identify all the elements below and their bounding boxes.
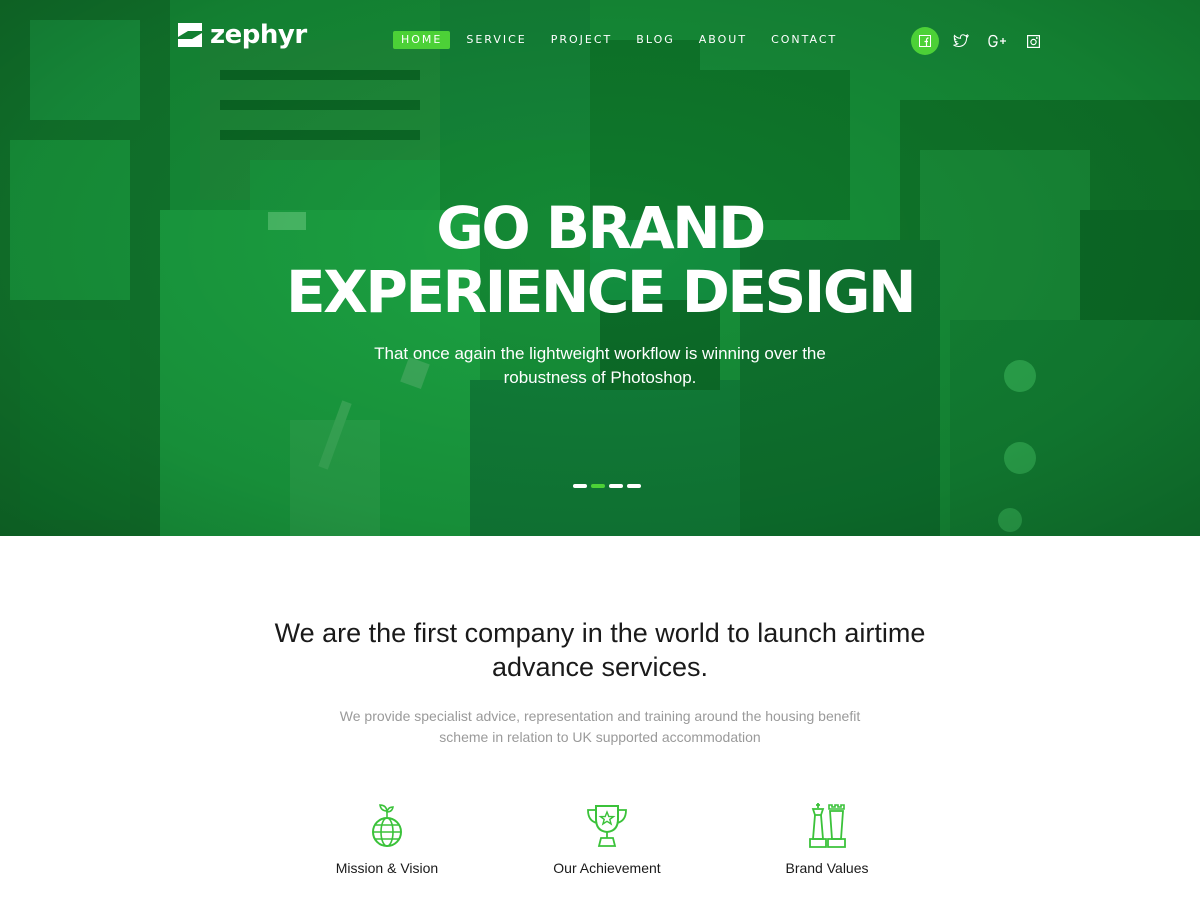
- hero-title: GO BRAND EXPERIENCE DESIGN: [0, 196, 1200, 324]
- instagram-button[interactable]: [1019, 27, 1047, 55]
- feature-our-achievement[interactable]: Our Achievement: [507, 803, 707, 877]
- nav-item-home[interactable]: HOME: [393, 31, 451, 49]
- facebook-icon: [919, 35, 931, 47]
- google-plus-button[interactable]: [983, 27, 1011, 55]
- google-plus-icon: [988, 34, 1006, 48]
- slider-dot-3[interactable]: [609, 484, 623, 488]
- nav-item-service[interactable]: SERVICE: [458, 31, 534, 49]
- main-nav: HOME SERVICE PROJECT BLOG ABOUT CONTACT: [393, 31, 853, 49]
- twitter-icon: [953, 34, 969, 48]
- hero-title-line-1: GO BRAND: [436, 194, 766, 262]
- trophy-icon: [587, 805, 627, 847]
- feature-label: Mission & Vision: [335, 860, 439, 876]
- slider-dot-1[interactable]: [573, 484, 587, 488]
- slider-dots: [573, 484, 641, 488]
- feature-mission-vision[interactable]: Mission & Vision: [287, 803, 487, 877]
- hero-title-line-2: EXPERIENCE DESIGN: [285, 258, 917, 326]
- nav-item-blog[interactable]: BLOG: [628, 31, 682, 49]
- social-links: [911, 27, 1055, 55]
- slider-dot-4[interactable]: [627, 484, 641, 488]
- chess-pieces-icon: [809, 803, 846, 848]
- zephyr-logo-mark-icon: [178, 23, 202, 47]
- nav-item-project[interactable]: PROJECT: [543, 31, 621, 49]
- twitter-button[interactable]: [947, 27, 975, 55]
- facebook-button[interactable]: [911, 27, 939, 55]
- slider-dot-2[interactable]: [591, 484, 605, 488]
- feature-label: Brand Values: [785, 860, 869, 876]
- intro-text: We provide specialist advice, representa…: [339, 708, 861, 745]
- instagram-icon: [1026, 34, 1040, 48]
- logo-text: zephyr: [210, 20, 307, 50]
- logo[interactable]: zephyr: [178, 22, 307, 48]
- feature-brand-values[interactable]: Brand Values: [727, 803, 927, 877]
- hero-subtitle: That once again the lightweight workflow…: [374, 344, 826, 387]
- globe-sprout-icon: [372, 804, 402, 847]
- hero-section: zephyr HOME SERVICE PROJECT BLOG ABOUT C…: [0, 0, 1200, 536]
- nav-item-about[interactable]: ABOUT: [691, 31, 755, 49]
- feature-label: Our Achievement: [553, 860, 661, 876]
- nav-item-contact[interactable]: CONTACT: [763, 31, 845, 49]
- intro-headline: We are the first company in the world to…: [274, 618, 926, 682]
